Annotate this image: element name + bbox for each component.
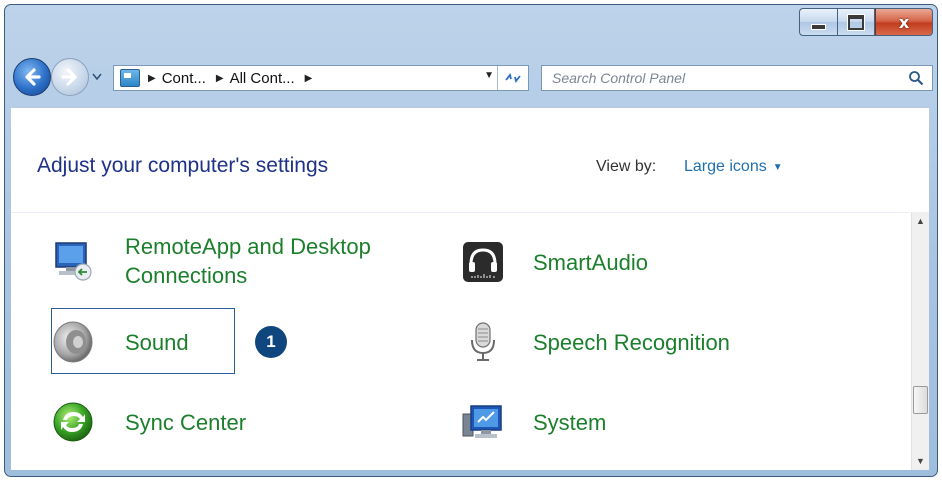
- close-icon: x: [898, 12, 910, 32]
- recent-pages-button[interactable]: [91, 71, 103, 83]
- back-button[interactable]: [13, 58, 51, 96]
- content-pane: Adjust your computer's settings View by:…: [11, 107, 929, 470]
- scroll-down-icon[interactable]: ▼: [916, 456, 925, 466]
- microphone-icon: [461, 320, 505, 364]
- item-speech-recognition[interactable]: Speech Recognition: [461, 320, 730, 364]
- step-callout-badge: 1: [255, 326, 287, 358]
- headphones-icon: [461, 240, 505, 284]
- address-bar[interactable]: ▶ Cont... ▶ All Cont... ▶ ▼: [113, 65, 529, 91]
- page-title: Adjust your computer's settings: [37, 154, 329, 177]
- item-label-line: RemoteApp and Desktop: [125, 234, 371, 259]
- divider: [11, 212, 909, 213]
- refresh-icon: [505, 73, 521, 83]
- view-by-value: Large icons: [684, 158, 767, 175]
- item-label: System: [533, 409, 607, 435]
- search-input[interactable]: Search Control Panel: [552, 70, 685, 86]
- forward-button[interactable]: [51, 58, 89, 96]
- search-box[interactable]: Search Control Panel: [541, 65, 933, 91]
- item-smartaudio[interactable]: SmartAudio: [461, 240, 648, 284]
- breadcrumb-arrow-icon: ▶: [304, 72, 313, 84]
- maximize-icon: [847, 13, 865, 31]
- maximize-button[interactable]: [837, 8, 875, 36]
- close-button[interactable]: x: [875, 8, 933, 36]
- dropdown-arrow-icon: ▼: [772, 161, 783, 173]
- item-system[interactable]: System: [461, 400, 606, 444]
- item-sound[interactable]: Sound: [51, 320, 189, 364]
- item-label: Sync Center: [125, 409, 247, 435]
- view-by-dropdown[interactable]: Large icons ▼: [684, 158, 783, 176]
- remote-desktop-icon: [51, 239, 95, 283]
- item-label-line: Connections: [125, 263, 248, 288]
- title-bar[interactable]: x: [5, 5, 937, 49]
- address-dropdown-icon[interactable]: ▼: [484, 70, 494, 81]
- minimize-icon: [811, 24, 826, 30]
- vertical-scrollbar[interactable]: ▲ ▼: [911, 212, 929, 470]
- minimize-button[interactable]: [799, 8, 837, 36]
- view-by-label: View by:: [596, 158, 657, 175]
- breadcrumb-expand[interactable]: ▶: [305, 73, 319, 84]
- navigation-bar: ▶ Cont... ▶ All Cont... ▶ ▼ Search Contr…: [5, 53, 937, 107]
- breadcrumb-arrow-icon: ▶: [148, 72, 156, 84]
- scroll-up-icon[interactable]: ▲: [916, 216, 925, 226]
- breadcrumb-item[interactable]: ▶ All Cont...: [216, 70, 295, 87]
- control-panel-icon: [120, 69, 140, 87]
- item-sync-center[interactable]: Sync Center: [51, 400, 246, 444]
- breadcrumb-label: All Cont...: [229, 69, 295, 87]
- caption-buttons: x: [799, 8, 933, 36]
- item-label: SmartAudio: [533, 249, 648, 275]
- sync-icon: [51, 400, 95, 444]
- back-arrow-icon: [25, 68, 41, 86]
- chevron-down-icon: [92, 73, 102, 81]
- item-label: Speech Recognition: [533, 329, 730, 355]
- control-panel-window: x ▶ Cont... ▶ All Cont... ▶ ▼ Search Con…: [4, 4, 938, 477]
- scrollbar-thumb[interactable]: [913, 386, 928, 414]
- breadcrumb-arrow-icon: ▶: [215, 72, 224, 84]
- item-label: RemoteApp and Desktop Connections: [125, 232, 371, 290]
- search-icon[interactable]: [908, 70, 924, 86]
- breadcrumb-label: Cont...: [161, 69, 206, 87]
- item-remoteapp[interactable]: RemoteApp and Desktop Connections: [51, 232, 371, 290]
- speaker-icon: [51, 320, 95, 364]
- refresh-button[interactable]: [497, 66, 528, 90]
- breadcrumb-item[interactable]: ▶ Cont...: [148, 70, 206, 87]
- item-label: Sound: [125, 329, 189, 355]
- computer-icon: [461, 400, 505, 444]
- forward-arrow-icon: [61, 68, 77, 86]
